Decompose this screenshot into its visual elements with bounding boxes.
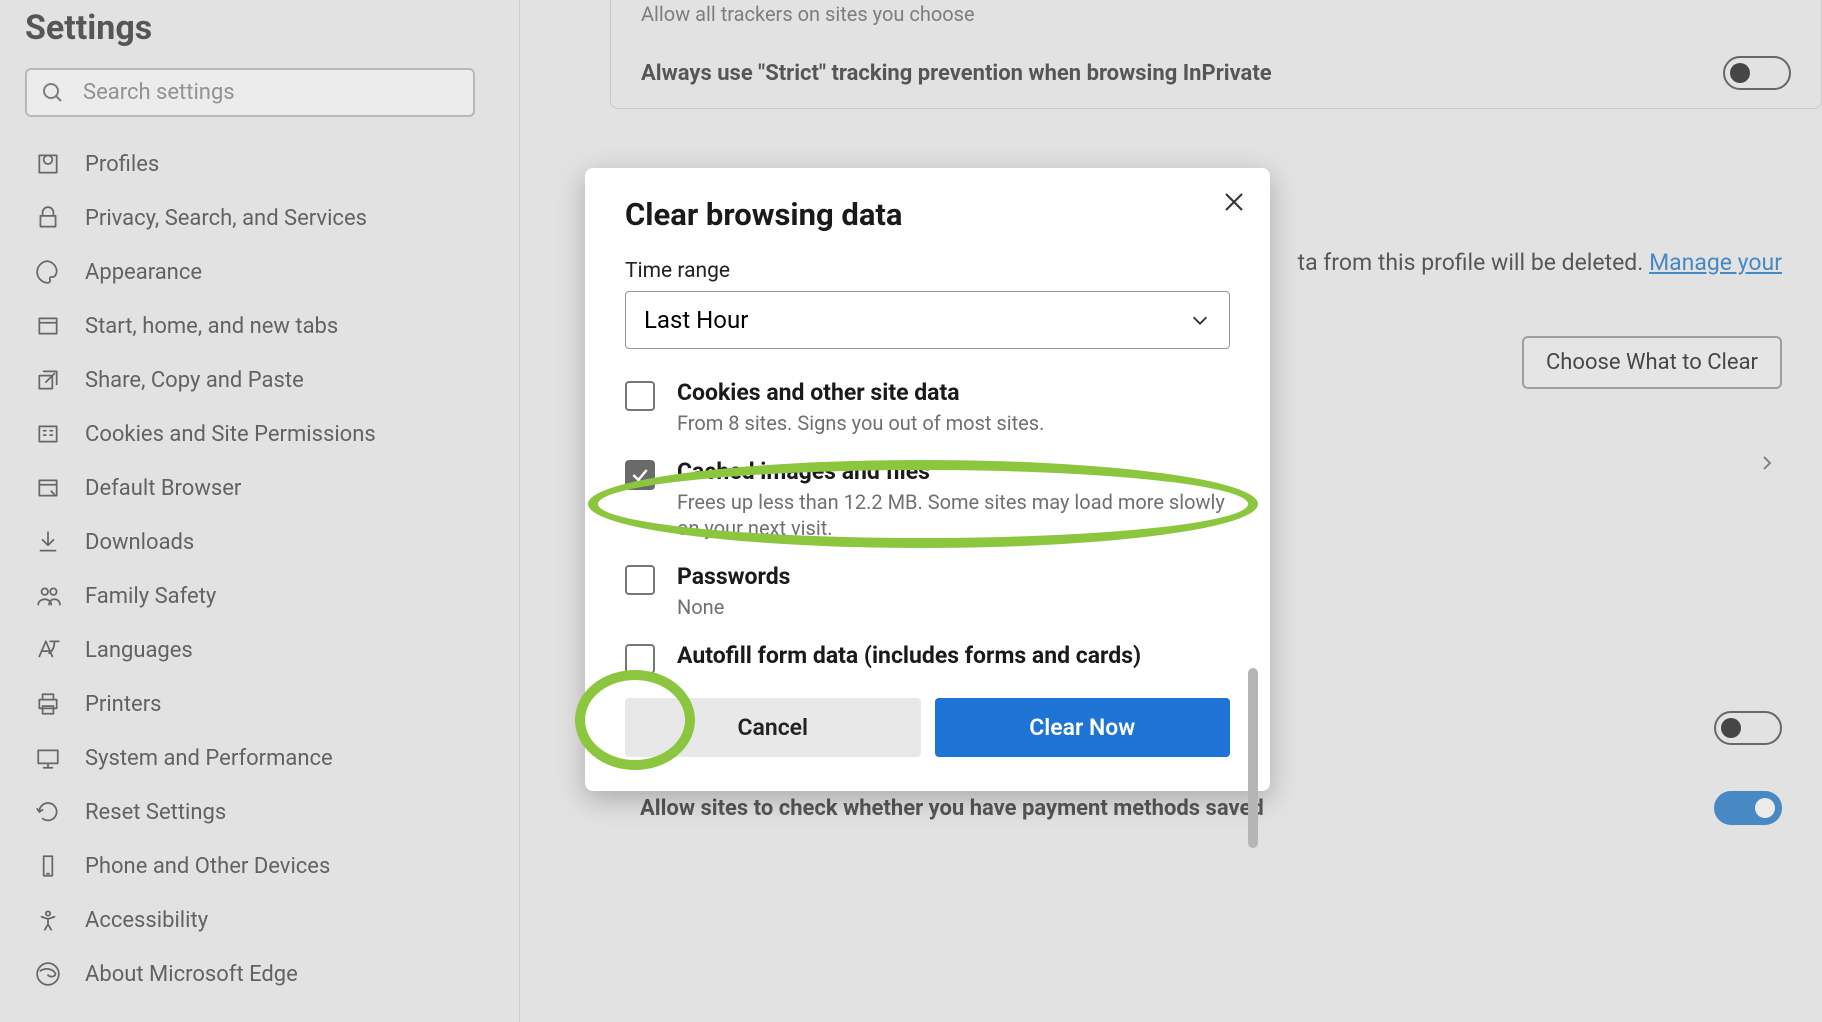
palette-icon xyxy=(35,259,61,285)
chevron-down-icon xyxy=(1189,309,1211,331)
close-button[interactable] xyxy=(1222,190,1246,218)
share-icon xyxy=(35,367,61,393)
delete-text: ta from this profile will be deleted. xyxy=(1298,249,1650,276)
sidebar-item-label: Profiles xyxy=(85,152,159,177)
clear-option-title: Cached images and files xyxy=(677,458,1230,485)
cancel-button[interactable]: Cancel xyxy=(625,698,921,757)
sidebar-item-label: Default Browser xyxy=(85,476,241,501)
payment-toggle[interactable] xyxy=(1714,791,1782,825)
sidebar-item-share-copy-and-paste[interactable]: Share, Copy and Paste xyxy=(25,353,494,407)
clear-option-title: Autofill form data (includes forms and c… xyxy=(677,642,1141,669)
sidebar-item-label: About Microsoft Edge xyxy=(85,962,298,987)
sidebar-nav: Profiles Privacy, Search, and Services App… xyxy=(25,137,494,1001)
language-icon xyxy=(35,637,61,663)
close-icon xyxy=(1222,190,1246,214)
sidebar-item-label: Reset Settings xyxy=(85,800,226,825)
sidebar-item-reset-settings[interactable]: Reset Settings xyxy=(25,785,494,839)
sidebar-item-profiles[interactable]: Profiles xyxy=(25,137,494,191)
profile-icon xyxy=(35,151,61,177)
download-icon xyxy=(35,529,61,555)
sidebar-item-label: Printers xyxy=(85,692,162,717)
clear-option-checkbox[interactable] xyxy=(625,644,655,674)
sidebar-item-label: Family Safety xyxy=(85,584,216,609)
sidebar-item-about-microsoft-edge[interactable]: About Microsoft Edge xyxy=(25,947,494,1001)
clear-option-checkbox[interactable] xyxy=(625,381,655,411)
tracker-subtext: Allow all trackers on sites you choose xyxy=(611,0,1821,38)
choose-what-to-clear-button[interactable]: Choose What to Clear xyxy=(1522,336,1782,389)
clear-option-title: Cookies and other site data xyxy=(677,379,1044,406)
search-settings-box[interactable] xyxy=(25,68,475,117)
dialog-button-row: Cancel Clear Now xyxy=(625,698,1230,757)
clear-option-row: Cookies and other site data From 8 sites… xyxy=(625,379,1230,436)
clear-option-checkbox[interactable] xyxy=(625,565,655,595)
search-input[interactable] xyxy=(83,80,459,105)
sidebar-item-accessibility[interactable]: Accessibility xyxy=(25,893,494,947)
sidebar-item-system-and-performance[interactable]: System and Performance xyxy=(25,731,494,785)
sidebar-item-label: Appearance xyxy=(85,260,202,285)
time-range-value: Last Hour xyxy=(644,306,748,334)
clear-option-row: Cached images and files Frees up less th… xyxy=(625,458,1230,541)
time-range-label: Time range xyxy=(625,259,1230,283)
sidebar-item-phone-and-other-devices[interactable]: Phone and Other Devices xyxy=(25,839,494,893)
sidebar-item-label: Cookies and Site Permissions xyxy=(85,422,376,447)
strict-tracking-label: Always use "Strict" tracking prevention … xyxy=(641,61,1272,86)
accessibility-icon xyxy=(35,907,61,933)
clear-option-row: Passwords None xyxy=(625,563,1230,620)
sidebar-item-label: Phone and Other Devices xyxy=(85,854,330,879)
clear-option-row: Autofill form data (includes forms and c… xyxy=(625,642,1230,674)
page-title: Settings xyxy=(25,8,494,48)
strict-tracking-row: Always use "Strict" tracking prevention … xyxy=(611,38,1821,108)
clear-option-desc: Frees up less than 12.2 MB. Some sites m… xyxy=(677,489,1230,541)
clear-now-button[interactable]: Clear Now xyxy=(935,698,1231,757)
clear-option-desc: From 8 sites. Signs you out of most site… xyxy=(677,410,1044,436)
dialog-scrollbar[interactable] xyxy=(1248,668,1258,848)
clear-option-title: Passwords xyxy=(677,563,790,590)
settings-sidebar: Settings Profiles Privacy, Search, and Se… xyxy=(0,0,520,1022)
sidebar-item-cookies-and-site-permissions[interactable]: Cookies and Site Permissions xyxy=(25,407,494,461)
sidebar-item-start-home-and-new-tabs[interactable]: Start, home, and new tabs xyxy=(25,299,494,353)
chevron-right-icon[interactable] xyxy=(1758,451,1776,475)
clear-option-checkbox[interactable] xyxy=(625,460,655,490)
sidebar-item-label: Downloads xyxy=(85,530,194,555)
sidebar-item-label: System and Performance xyxy=(85,746,333,771)
sidebar-item-printers[interactable]: Printers xyxy=(25,677,494,731)
browser-icon xyxy=(35,475,61,501)
sidebar-item-languages[interactable]: Languages xyxy=(25,623,494,677)
system-icon xyxy=(35,745,61,771)
sidebar-item-label: Start, home, and new tabs xyxy=(85,314,338,339)
cookie-icon xyxy=(35,421,61,447)
reset-icon xyxy=(35,799,61,825)
search-icon xyxy=(41,81,65,105)
sidebar-item-privacy-search-and-services[interactable]: Privacy, Search, and Services xyxy=(25,191,494,245)
sidebar-item-default-browser[interactable]: Default Browser xyxy=(25,461,494,515)
lock-icon xyxy=(35,205,61,231)
clear-browsing-data-dialog: Clear browsing data Time range Last Hour… xyxy=(585,168,1270,791)
sidebar-item-label: Accessibility xyxy=(85,908,208,933)
phone-icon xyxy=(35,853,61,879)
sidebar-item-label: Privacy, Search, and Services xyxy=(85,206,367,231)
edge-icon xyxy=(35,961,61,987)
time-range-select[interactable]: Last Hour xyxy=(625,291,1230,349)
payment-label: Allow sites to check whether you have pa… xyxy=(640,796,1264,821)
strict-tracking-toggle[interactable] xyxy=(1723,56,1791,90)
family-icon xyxy=(35,583,61,609)
printer-icon xyxy=(35,691,61,717)
window-icon xyxy=(35,313,61,339)
clear-option-desc: None xyxy=(677,594,790,620)
manage-link[interactable]: Manage your xyxy=(1649,249,1782,276)
unknown-toggle[interactable] xyxy=(1714,711,1782,745)
sidebar-item-appearance[interactable]: Appearance xyxy=(25,245,494,299)
sidebar-item-label: Share, Copy and Paste xyxy=(85,368,304,393)
dialog-title: Clear browsing data xyxy=(625,196,1230,233)
sidebar-item-label: Languages xyxy=(85,638,193,663)
sidebar-item-family-safety[interactable]: Family Safety xyxy=(25,569,494,623)
sidebar-item-downloads[interactable]: Downloads xyxy=(25,515,494,569)
